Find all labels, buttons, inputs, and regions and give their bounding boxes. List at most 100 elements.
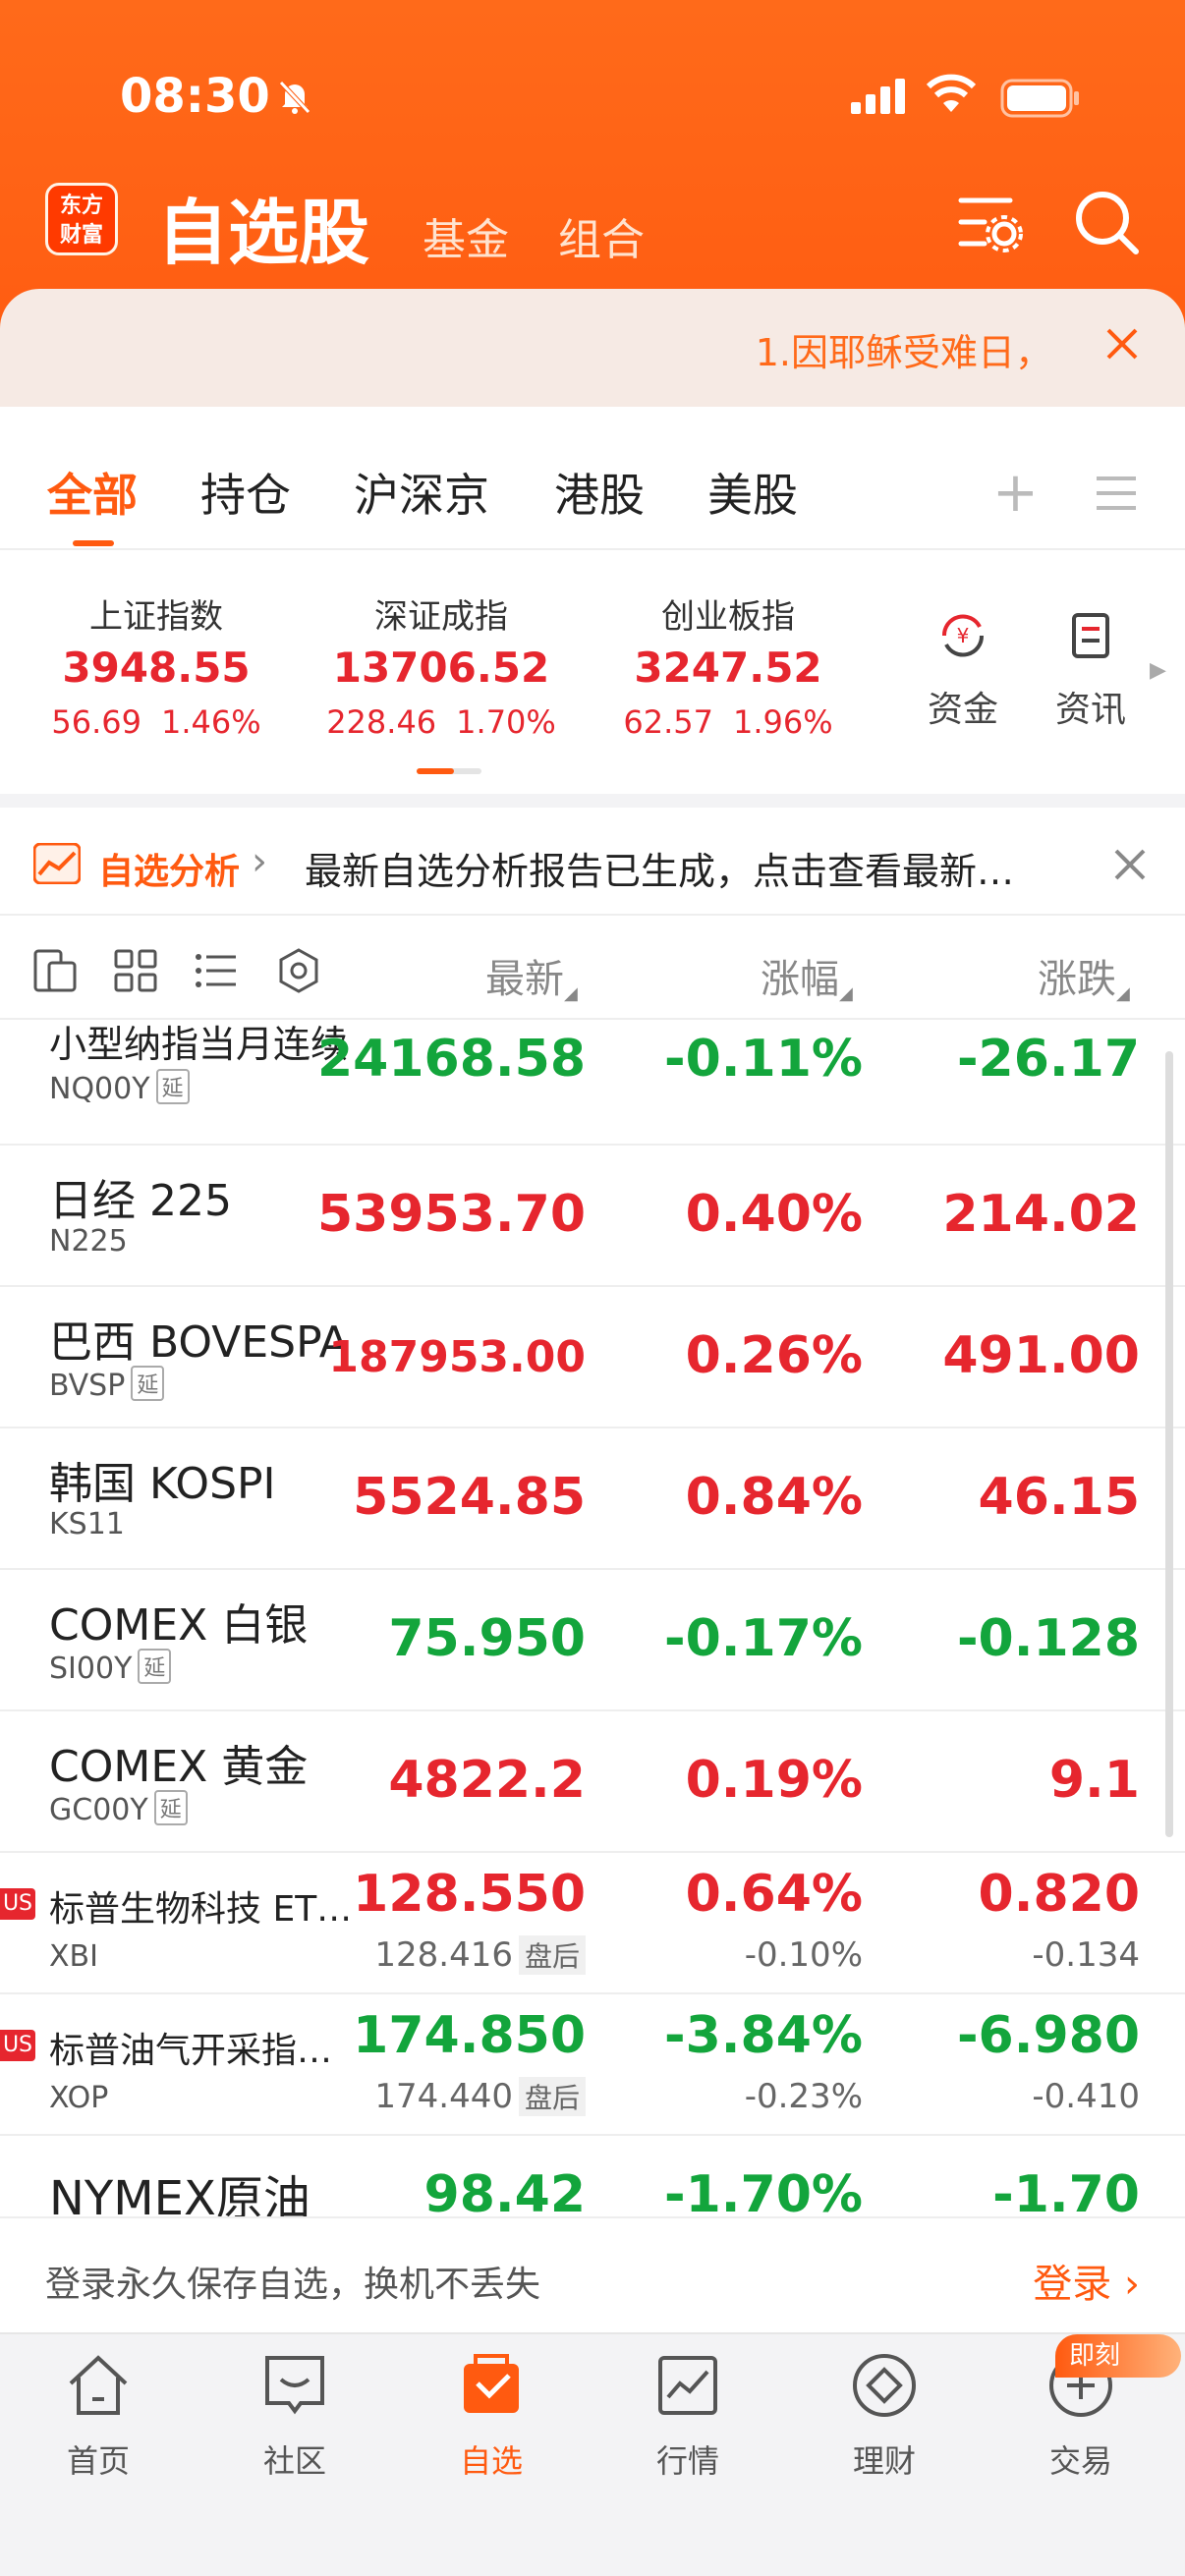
watchlist: 小型纳指当月连续 NQ00Y 延 24168.58 -0.11% -26.17 日… — [0, 1022, 1185, 2216]
row-code-text: NQ00Y — [49, 1072, 150, 1106]
sort-icon: ◢ — [839, 983, 853, 1004]
index-change-abs: 62.57 — [623, 703, 713, 741]
chevron-right-icon[interactable]: ▶ — [1150, 658, 1166, 683]
close-icon[interactable] — [1110, 845, 1150, 884]
list-settings-icon[interactable] — [957, 189, 1024, 255]
row-change: 0.820 — [978, 1865, 1140, 1924]
tab-community[interactable]: 社区 — [197, 2348, 393, 2482]
index-change-pct: 1.96% — [732, 703, 833, 741]
menu-icon[interactable] — [1097, 476, 1136, 511]
table-row[interactable]: NYMEX原油 98.42 -1.70% -1.70 — [0, 2136, 1185, 2216]
after-hours-change: -0.134 — [1032, 1935, 1140, 1975]
table-row[interactable]: 韩国 KOSPI KS11 5524.85 0.84% 46.15 — [0, 1428, 1185, 1570]
login-prompt: 登录永久保存自选，换机不丢失 登录 › — [0, 2216, 1185, 2332]
row-name: COMEX 白银 — [49, 1600, 309, 1651]
after-hours-price: 174.440 盘后 — [374, 2077, 586, 2116]
row-code: NQ00Y 延 — [49, 1069, 190, 1106]
scrollbar[interactable] — [1165, 1051, 1173, 1837]
tab-us[interactable]: 美股 — [707, 460, 798, 525]
after-hours-tag: 盘后 — [518, 2077, 586, 2116]
tab-wealth[interactable]: 理财 — [786, 2348, 983, 2482]
index-value: 3247.52 — [634, 644, 822, 692]
row-latest: 4822.2 — [388, 1751, 586, 1810]
tab-portfolio[interactable]: 组合 — [558, 204, 645, 267]
logo-text-1: 东方 — [59, 194, 103, 218]
index-change-pct: 1.70% — [456, 703, 556, 741]
analysis-banner[interactable]: 自选分析 › 最新自选分析报告已生成，点击查看最新… — [0, 808, 1185, 916]
chat-icon — [265, 2356, 324, 2415]
tab-market[interactable]: 行情 — [590, 2348, 786, 2482]
table-row[interactable]: COMEX 白银 SI00Y 延 75.950 -0.17% -0.128 — [0, 1570, 1185, 1711]
login-prompt-text: 登录永久保存自选，换机不丢失 — [45, 2265, 541, 2305]
news-icon — [1072, 613, 1109, 658]
row-pct: 0.84% — [685, 1468, 863, 1527]
table-row[interactable]: US 标普油气开采指… XOP 174.850 -3.84% -6.980 17… — [0, 1994, 1185, 2136]
row-code: BVSP 延 — [49, 1366, 165, 1403]
index-name: 创业板指 — [661, 597, 795, 637]
row-latest: 174.850 — [353, 2006, 586, 2065]
page-title[interactable]: 自选股 — [157, 175, 369, 278]
target-icon[interactable] — [275, 947, 322, 994]
tab-trade-label: 交易 — [1048, 2442, 1112, 2480]
index-card[interactable]: 深证成指 13706.52 228.46 1.70% — [299, 589, 584, 741]
market-chart-icon — [658, 2356, 717, 2415]
sort-icon: ◢ — [1116, 983, 1130, 1004]
index-change-abs: 228.46 — [326, 703, 437, 741]
funds-label: 资金 — [927, 690, 998, 730]
index-change: 56.69 1.46% — [14, 703, 299, 741]
table-row[interactable]: US 标普生物科技 ET… XBI 128.550 0.64% 0.820 12… — [0, 1853, 1185, 1994]
column-header: 最新◢ 涨幅◢ 涨跌◢ — [0, 918, 1185, 1020]
table-row[interactable]: 小型纳指当月连续 NQ00Y 延 24168.58 -0.11% -26.17 — [0, 1022, 1185, 1146]
section-divider — [0, 794, 1185, 808]
row-change: 214.02 — [942, 1185, 1140, 1244]
table-row[interactable]: COMEX 黄金 GC00Y 延 4822.2 0.19% 9.1 — [0, 1711, 1185, 1853]
close-icon[interactable] — [1097, 318, 1148, 369]
after-hours-change: -0.410 — [1032, 2077, 1140, 2116]
login-button[interactable]: 登录 › — [1033, 2252, 1140, 2309]
app-logo[interactable]: 东方 财富 — [45, 183, 118, 255]
row-change: 46.15 — [978, 1468, 1140, 1527]
us-market-badge: US — [0, 2030, 35, 2061]
index-card[interactable]: 上证指数 3948.55 56.69 1.46% — [14, 589, 299, 741]
chevron-right-icon: › — [252, 839, 267, 884]
row-name: NYMEX原油 — [49, 2171, 310, 2216]
funds-button[interactable]: ¥ 资金 — [914, 609, 1012, 732]
column-change[interactable]: 涨跌◢ — [1038, 947, 1130, 1004]
tab-fund[interactable]: 基金 — [423, 204, 509, 267]
tab-home[interactable]: 首页 — [0, 2348, 197, 2482]
bottom-tab-bar: 首页 社区 自选 行情 理财 交易 即刻 — [0, 2332, 1185, 2576]
notice-bar[interactable]: 1.因耶稣受难日， — [0, 289, 1185, 407]
tab-watchlist[interactable]: 自选 — [393, 2348, 590, 2482]
list-view-icon[interactable] — [193, 947, 240, 994]
row-pct: 0.40% — [685, 1185, 863, 1244]
column-pct[interactable]: 涨幅◢ — [761, 947, 853, 1004]
index-card[interactable]: 创业板指 3247.52 62.57 1.96% — [586, 589, 871, 741]
tab-a-shares[interactable]: 沪深京 — [354, 460, 489, 525]
add-group-icon[interactable]: + — [992, 466, 1039, 521]
search-icon[interactable] — [1071, 187, 1142, 257]
row-change: -26.17 — [956, 1030, 1140, 1089]
after-hours-tag: 盘后 — [518, 1935, 586, 1975]
tab-hk[interactable]: 港股 — [554, 460, 645, 525]
tab-holdings[interactable]: 持仓 — [200, 460, 291, 525]
row-code: N225 — [49, 1224, 128, 1259]
notice-text[interactable]: 1.因耶稣受难日， — [756, 322, 1052, 376]
column-latest[interactable]: 最新◢ — [485, 947, 578, 1004]
table-row[interactable]: 日经 225 N225 53953.70 0.40% 214.02 — [0, 1146, 1185, 1287]
row-name: 巴西 BOVESPA — [49, 1317, 349, 1368]
tab-all[interactable]: 全部 — [47, 460, 138, 525]
row-pct: 0.64% — [685, 1865, 863, 1924]
row-name: 标普油气开采指… — [49, 2031, 333, 2071]
us-market-badge: US — [0, 1888, 35, 1920]
edit-list-icon[interactable] — [31, 947, 79, 994]
index-value: 3948.55 — [62, 644, 251, 692]
main-content: 全部 持仓 沪深京 港股 美股 + 上证指数 3948.55 56.69 1.46… — [0, 407, 1185, 2332]
row-code-text: SI00Y — [49, 1652, 133, 1686]
news-button[interactable]: 资讯 — [1042, 609, 1140, 732]
row-code-text: BVSP — [49, 1369, 126, 1403]
analysis-chart-icon — [33, 843, 81, 884]
table-row[interactable]: 巴西 BOVESPA BVSP 延 187953.00 0.26% 491.00 — [0, 1287, 1185, 1428]
row-pct: 0.26% — [685, 1326, 863, 1385]
delayed-tag: 延 — [153, 1790, 188, 1825]
grid-view-icon[interactable] — [112, 947, 159, 994]
